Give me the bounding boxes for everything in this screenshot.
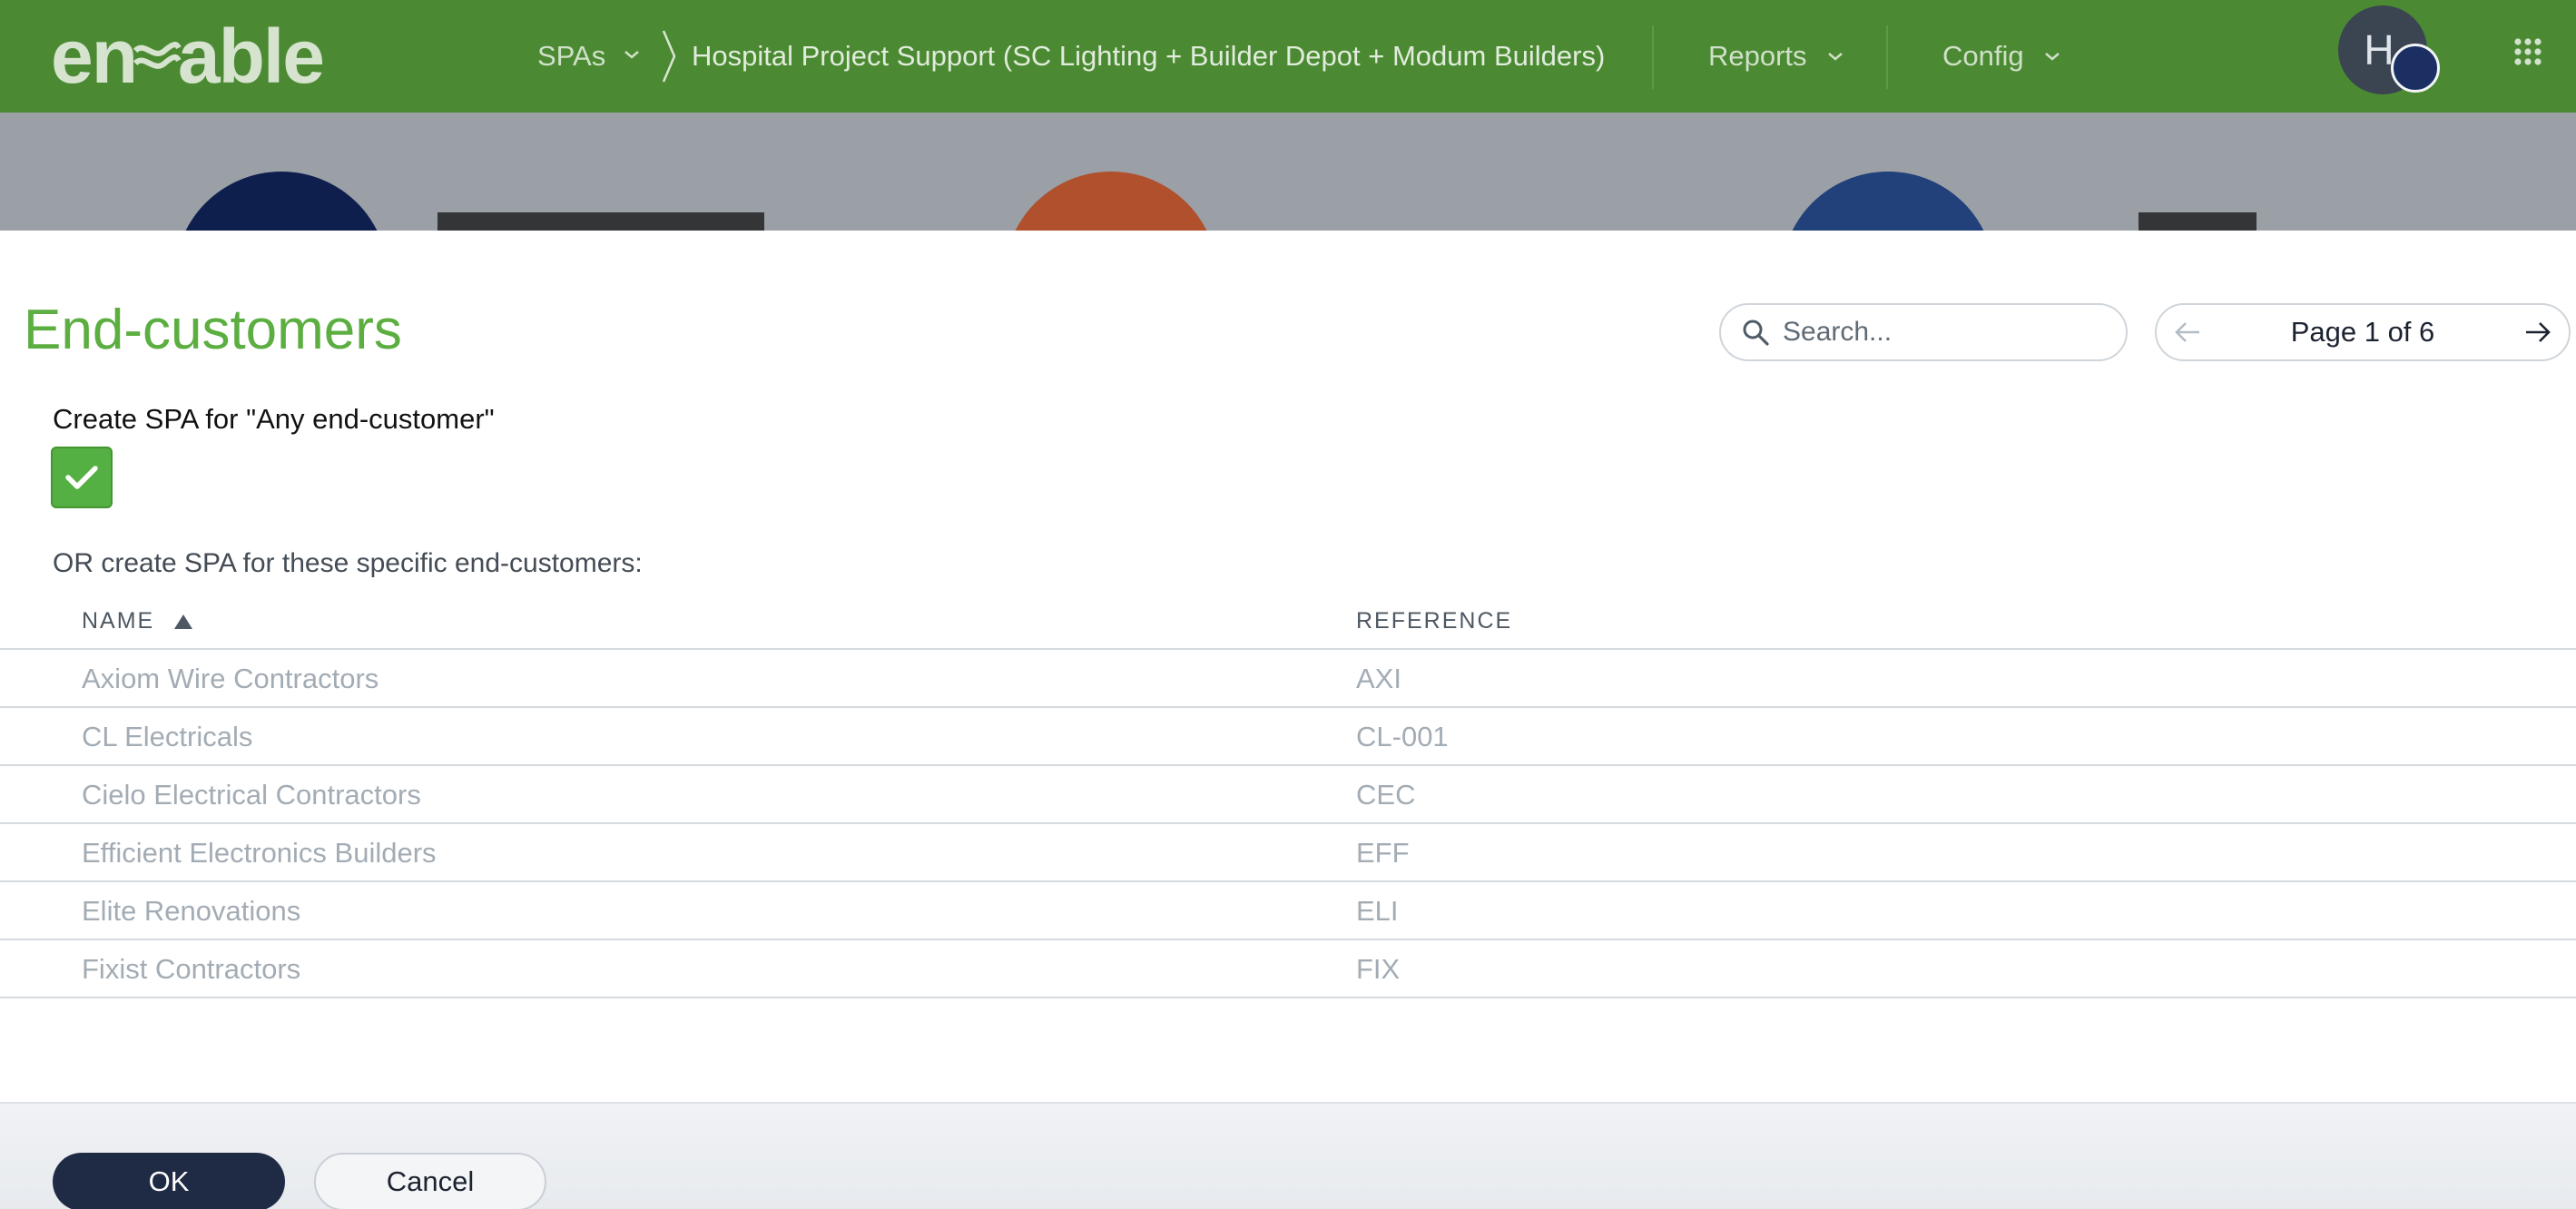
nav-spas-label: SPAs (537, 40, 606, 72)
app-root: en able SPAs Hospital Project Support (S… (0, 0, 2576, 1209)
background-company-logo (1781, 172, 1995, 231)
column-header-reference[interactable]: REFERENCE (1356, 608, 1512, 634)
customer-name: Cielo Electrical Contractors (82, 779, 421, 811)
customer-name: Elite Renovations (82, 895, 301, 927)
table-row[interactable]: Fixist Contractors FIX (0, 940, 2576, 998)
modal-title: End-customers (24, 299, 402, 361)
search-icon (1743, 319, 1769, 346)
chevron-down-icon (1827, 53, 1843, 61)
arrow-left-icon (2175, 322, 2199, 342)
table-header: NAME REFERENCE (0, 594, 2576, 650)
logo-text-right: able (177, 13, 325, 99)
column-header-reference-label: REFERENCE (1356, 608, 1513, 634)
customer-reference: CEC (1356, 779, 1416, 811)
enable-logo[interactable]: en able (51, 13, 325, 100)
nav-spas-menu[interactable]: SPAs (537, 0, 640, 113)
nav-divider (1652, 25, 1654, 89)
customer-name: CL Electricals (82, 721, 253, 752)
end-customers-table: NAME REFERENCE Axiom Wire Contractors AX… (0, 594, 2576, 998)
modal-footer: OK Cancel (0, 1102, 2576, 1209)
customer-reference: CL-001 (1356, 721, 1449, 752)
customer-name: Efficient Electronics Builders (82, 837, 437, 869)
customer-name: Axiom Wire Contractors (82, 663, 379, 694)
breadcrumb-separator-icon (662, 30, 676, 83)
table-row[interactable]: Cielo Electrical Contractors CEC (0, 766, 2576, 824)
cancel-button[interactable]: Cancel (314, 1153, 546, 1209)
nav-config-menu[interactable]: Config (1942, 0, 2060, 113)
background-page-overlay (0, 113, 2576, 231)
table-row[interactable]: CL Electricals CL-001 (0, 708, 2576, 766)
previous-page-button[interactable] (2171, 316, 2204, 349)
customer-reference: EFF (1356, 837, 1410, 869)
table-row[interactable]: Elite Renovations ELI (0, 882, 2576, 940)
chevron-down-icon (2044, 53, 2060, 61)
nav-divider (1886, 25, 1888, 89)
organization-badge-icon (2391, 44, 2440, 93)
customer-reference: AXI (1356, 663, 1401, 694)
checkmark-icon (65, 466, 98, 489)
background-company-name (438, 212, 764, 231)
any-end-customer-label: Create SPA for "Any end-customer" (53, 403, 495, 435)
search-box[interactable] (1719, 303, 2128, 361)
pagination-control: Page 1 of 6 (2155, 303, 2571, 361)
page-indicator: Page 1 of 6 (2290, 316, 2435, 348)
table-row[interactable]: Efficient Electronics Builders EFF (0, 824, 2576, 882)
search-input[interactable] (1783, 317, 2109, 348)
logo-text-left: en (51, 13, 138, 99)
background-company-name (2138, 212, 2256, 231)
next-page-button[interactable] (2522, 316, 2554, 349)
avatar-initial: H (2364, 26, 2394, 74)
any-end-customer-checkbox[interactable] (51, 447, 113, 508)
chevron-down-icon (624, 51, 640, 59)
apps-grid-icon[interactable] (2514, 38, 2542, 65)
column-header-name[interactable]: NAME (82, 608, 194, 634)
specific-end-customers-label: OR create SPA for these specific end-cus… (53, 548, 643, 578)
logo-wave-icon (133, 42, 182, 69)
top-navigation-bar: en able SPAs Hospital Project Support (S… (0, 0, 2576, 113)
customer-reference: ELI (1356, 895, 1399, 927)
customer-name: Fixist Contractors (82, 953, 301, 985)
nav-reports-label: Reports (1708, 40, 1807, 72)
end-customers-modal: End-customers Page 1 of 6 Create SPA for… (0, 231, 2576, 1209)
nav-reports-menu[interactable]: Reports (1708, 0, 1844, 113)
arrow-right-icon (2525, 322, 2551, 342)
breadcrumb-current-project[interactable]: Hospital Project Support (SC Lighting + … (692, 0, 1605, 113)
background-company-logo (1004, 172, 1218, 231)
table-row[interactable]: Axiom Wire Contractors AXI (0, 650, 2576, 708)
customer-reference: FIX (1356, 953, 1401, 985)
project-name: Hospital Project Support (SC Lighting + … (692, 40, 1606, 72)
background-company-logo (174, 172, 388, 231)
nav-config-label: Config (1942, 40, 2024, 72)
ok-button[interactable]: OK (53, 1153, 285, 1209)
column-header-name-label: NAME (82, 608, 155, 634)
sort-ascending-icon (174, 614, 193, 629)
